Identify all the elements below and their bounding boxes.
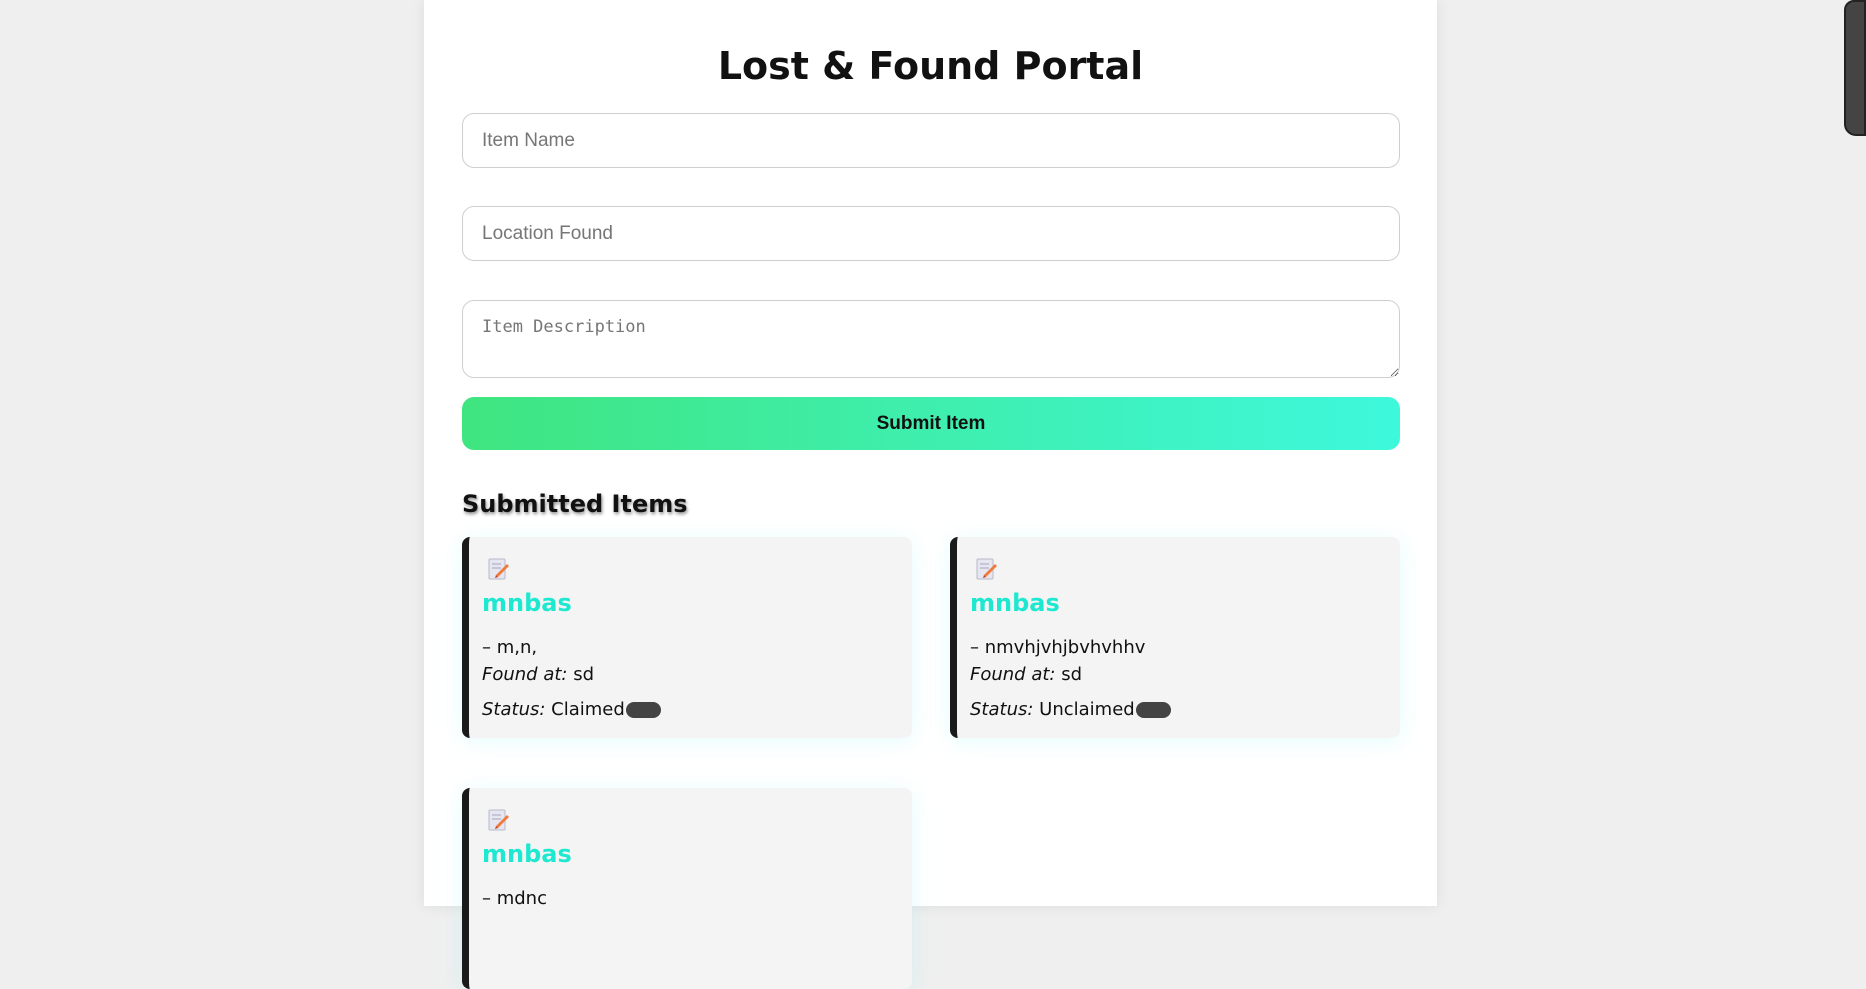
status-toggle-button[interactable] bbox=[625, 701, 661, 718]
location-found-input[interactable] bbox=[462, 206, 1400, 261]
item-name: mnbas bbox=[482, 840, 572, 868]
status-label: Status: bbox=[970, 699, 1034, 720]
item-name: mnbas bbox=[970, 589, 1060, 617]
status-label: Status: bbox=[482, 699, 546, 720]
item-location: Found at: sd bbox=[970, 664, 1082, 685]
item-card: mnbas – nmvhjvhjbvhvhhv Found at: sd Sta… bbox=[950, 537, 1400, 738]
item-card: mnbas – mdnc bbox=[462, 788, 912, 989]
item-description: – nmvhjvhjbvhvhhv bbox=[970, 637, 1146, 658]
item-card: mnbas – m,n, Found at: sd Status: Claime… bbox=[462, 537, 912, 738]
item-name: mnbas bbox=[482, 589, 572, 617]
submit-item-button[interactable]: Submit Item bbox=[462, 397, 1400, 450]
memo-icon bbox=[976, 557, 998, 581]
item-description-textarea[interactable] bbox=[462, 300, 1400, 378]
status-value: Unclaimed bbox=[1039, 699, 1135, 720]
floating-side-widget[interactable] bbox=[1844, 0, 1866, 136]
item-location: Found at: sd bbox=[482, 664, 594, 685]
item-description: – m,n, bbox=[482, 637, 538, 658]
main-panel: Lost & Found Portal Submit Item Submitte… bbox=[424, 0, 1437, 989]
memo-icon bbox=[488, 557, 510, 581]
item-status: Status: Claimed bbox=[482, 699, 661, 720]
item-name-input[interactable] bbox=[462, 113, 1400, 168]
status-toggle-button[interactable] bbox=[1135, 701, 1171, 718]
found-at-label: Found at: bbox=[482, 664, 568, 685]
location-value: sd bbox=[573, 664, 595, 685]
found-at-label: Found at: bbox=[970, 664, 1056, 685]
submitted-items-heading: Submitted Items bbox=[462, 490, 688, 518]
item-status: Status: Unclaimed bbox=[970, 699, 1171, 720]
page-title: Lost & Found Portal bbox=[717, 44, 1144, 88]
memo-icon bbox=[488, 808, 510, 832]
status-value: Claimed bbox=[551, 699, 625, 720]
location-value: sd bbox=[1061, 664, 1083, 685]
